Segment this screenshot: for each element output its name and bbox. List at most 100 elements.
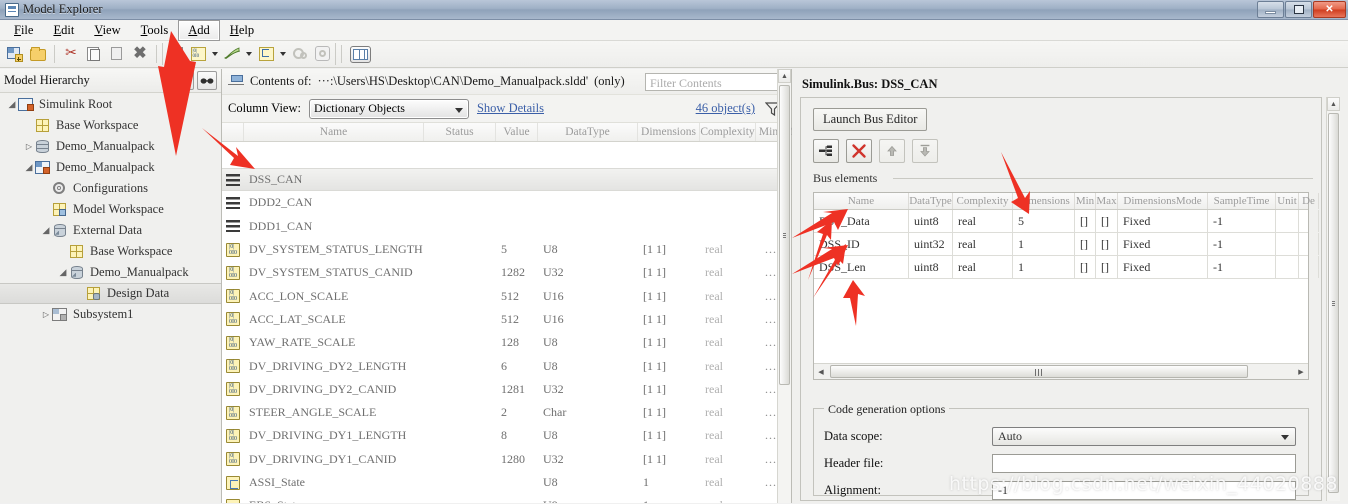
add-bus-icon[interactable] <box>255 43 277 65</box>
table-row[interactable]: DSS_CAN <box>222 168 777 192</box>
delete-element-icon[interactable] <box>846 139 872 163</box>
show-columns-icon[interactable] <box>347 43 373 65</box>
table-row[interactable]: EBS_StateU81real...... <box>222 494 777 503</box>
model-hierarchy-tree[interactable]: ◢ Simulink Root Base Workspace ▷ Demo_Manual… <box>0 94 221 503</box>
column-header-complexity[interactable]: Complexity <box>700 123 756 141</box>
insert-element-icon[interactable] <box>813 139 839 163</box>
table-row[interactable]: |0|0I0ACC_LAT_SCALE512U16[1 1]real...... <box>222 308 777 331</box>
table-row[interactable]: DDD1_CAN <box>222 215 777 238</box>
launch-bus-editor-button[interactable]: Launch Bus Editor <box>813 108 928 131</box>
column-header-datatype[interactable]: DataType <box>538 123 638 141</box>
menu-item-edit[interactable]: Edit <box>43 20 84 41</box>
data-scope-select[interactable]: Auto <box>992 427 1296 446</box>
tree-item-demo-manualpack[interactable]: ◢ Demo_Manualpack <box>0 262 221 283</box>
bus-column-header-max[interactable]: Max <box>1096 193 1118 209</box>
open-folder-icon[interactable] <box>27 43 49 65</box>
paste-icon[interactable] <box>106 43 128 65</box>
property-panel-scrollbar[interactable]: ▲ <box>1326 97 1340 501</box>
bus-column-header-sampletime[interactable]: SampleTime <box>1208 193 1276 209</box>
settings-icon[interactable] <box>311 43 333 65</box>
column-view-select[interactable]: Dictionary Objects <box>308 98 469 119</box>
add-bus-dropdown-icon[interactable] <box>280 52 286 56</box>
header-file-input[interactable] <box>992 454 1296 473</box>
bus-column-header-unit[interactable]: Unit <box>1276 193 1299 209</box>
add-parameter-icon[interactable] <box>165 43 187 65</box>
contents-vertical-scrollbar[interactable]: ▲ <box>777 69 791 503</box>
scroll-up-arrow[interactable]: ▲ <box>778 69 791 83</box>
bus-column-header-dimensionsmode[interactable]: DimensionsMode <box>1118 193 1208 209</box>
expand-arrow-icon[interactable]: ◢ <box>57 267 69 278</box>
bus-column-header-complexity[interactable]: Complexity <box>953 193 1013 209</box>
glasses-icon[interactable] <box>197 71 217 90</box>
tree-item-design-data[interactable]: Design Data <box>0 283 221 304</box>
cut-icon[interactable]: ✂ <box>60 43 82 65</box>
bus-elements-table[interactable]: Name DataType Complexity Dimensions Min Max Di… <box>813 192 1319 380</box>
tree-item-model-workspace[interactable]: Model Workspace <box>0 199 221 220</box>
table-row[interactable]: DDD2_CAN <box>222 191 777 214</box>
scroll-thumb[interactable] <box>779 85 790 385</box>
object-count-link[interactable]: 46 object(s) <box>696 101 755 116</box>
copy-icon[interactable] <box>83 43 105 65</box>
bus-column-header-dimensions[interactable]: Dimensions <box>1013 193 1075 209</box>
add-data-dropdown-icon[interactable] <box>212 52 218 56</box>
delete-icon[interactable]: ✖ <box>129 43 151 65</box>
scroll-left-arrow[interactable]: ◀ <box>814 365 828 379</box>
table-row[interactable]: ASSI_StateU81real...... <box>222 471 777 494</box>
bus-element-row[interactable]: DSS_Data uint8 real 5[][] Fixed -1 <box>814 210 1319 233</box>
move-down-icon[interactable] <box>912 139 938 163</box>
move-up-icon[interactable] <box>879 139 905 163</box>
bus-element-row[interactable]: DSS_ID uint32 real 1[][] Fixed -1 <box>814 233 1319 256</box>
column-header-select[interactable] <box>222 123 244 141</box>
menu-item-add[interactable]: Add <box>178 19 220 41</box>
filter-contents-input[interactable]: Filter Contents <box>645 73 783 91</box>
expand-arrow-icon[interactable]: ◢ <box>23 162 35 173</box>
table-row[interactable]: |0| 0I0 DV_DRIVING_DY1_CANID 1280 U32 [1 1] re… <box>222 448 777 471</box>
new-model-icon[interactable] <box>4 43 26 65</box>
tree-item-configurations[interactable]: Configurations <box>0 178 221 199</box>
bus-scroll-thumb[interactable] <box>830 365 1248 378</box>
tree-item-demo-manualpack[interactable]: ◢ Demo_Manualpack <box>0 157 221 178</box>
scroll-thumb[interactable] <box>1328 113 1339 493</box>
collapse-arrow-icon[interactable]: ▷ <box>23 142 35 151</box>
table-row[interactable]: |0| 0I0 DV_SYSTEM_STATUS_CANID 1282 U32 [1 1]… <box>222 261 777 284</box>
link-icon[interactable] <box>174 71 194 90</box>
add-data-icon[interactable]: |0| 0I0 <box>187 43 209 65</box>
tree-item-base-workspace[interactable]: Base Workspace <box>0 115 221 136</box>
table-row[interactable]: |0| 0I0 DV_SYSTEM_STATUS_LENGTH 5 U8 [1 1] rea… <box>222 238 777 261</box>
menu-item-tools[interactable]: Tools <box>131 20 179 41</box>
add-signal-icon[interactable] <box>221 43 243 65</box>
table-row[interactable]: |0| 0I0 DV_DRIVING_DY2_LENGTH 6 U8 [1 1] real.… <box>222 354 777 377</box>
bus-column-header-datatype[interactable]: DataType <box>909 193 953 209</box>
column-header-dimensions[interactable]: Dimensions <box>638 123 700 141</box>
table-row[interactable]: |0|0I0YAW_RATE_SCALE128U8[1 1]real...... <box>222 331 777 354</box>
table-row[interactable]: |0|0I0ACC_LON_SCALE512U16[1 1]real...... <box>222 284 777 307</box>
minimize-button[interactable] <box>1257 1 1284 18</box>
close-button[interactable]: ✕ <box>1313 1 1346 18</box>
scroll-right-arrow[interactable]: ▶ <box>1294 365 1308 379</box>
menu-item-help[interactable]: Help <box>220 20 264 41</box>
contents-table-body[interactable]: DSS_CAN DDD2_CAN DDD1_CAN |0| 0I0 DV_SYSTEM_S… <box>222 168 777 503</box>
maximize-button[interactable] <box>1285 1 1312 18</box>
add-signal-dropdown-icon[interactable] <box>246 52 252 56</box>
column-header-name[interactable]: Name <box>244 123 424 141</box>
column-header-status[interactable]: Status <box>424 123 496 141</box>
bus-table-body[interactable]: DSS_Data uint8 real 5[][] Fixed -1 DSS_ID uint3… <box>814 210 1319 279</box>
tree-item-subsystem1[interactable]: ▷ Subsystem1 <box>0 304 221 325</box>
show-details-link[interactable]: Show Details <box>477 101 544 116</box>
bus-horizontal-scrollbar[interactable]: ◀ ▶ <box>814 363 1308 379</box>
bus-element-row[interactable]: DSS_Len uint8 real 1[][] Fixed -1 <box>814 256 1319 279</box>
scroll-up-arrow[interactable]: ▲ <box>1327 97 1340 111</box>
menu-item-file[interactable]: File <box>4 20 43 41</box>
configuration-icon[interactable] <box>289 43 311 65</box>
table-row[interactable]: |0| 0I0 DV_DRIVING_DY2_CANID 1281 U32 [1 1] re… <box>222 378 777 401</box>
bus-column-header-name[interactable]: Name <box>814 193 909 209</box>
bus-column-header-de[interactable]: De <box>1299 193 1319 209</box>
tree-item-base-workspace[interactable]: Base Workspace <box>0 241 221 262</box>
collapse-arrow-icon[interactable]: ▷ <box>40 310 52 319</box>
tree-item-simulink-root[interactable]: ◢ Simulink Root <box>0 94 221 115</box>
tree-item-external-data[interactable]: ◢ External Data <box>0 220 221 241</box>
table-row[interactable]: |0| 0I0 STEER_ANGLE_SCALE 2 Char [1 1] real...… <box>222 401 777 424</box>
table-row[interactable]: |0| 0I0 DV_DRIVING_DY1_LENGTH 8 U8 [1 1] real.… <box>222 424 777 447</box>
expand-arrow-icon[interactable]: ◢ <box>40 225 52 236</box>
tree-item-demo-manualpack[interactable]: ▷ Demo_Manualpack <box>0 136 221 157</box>
